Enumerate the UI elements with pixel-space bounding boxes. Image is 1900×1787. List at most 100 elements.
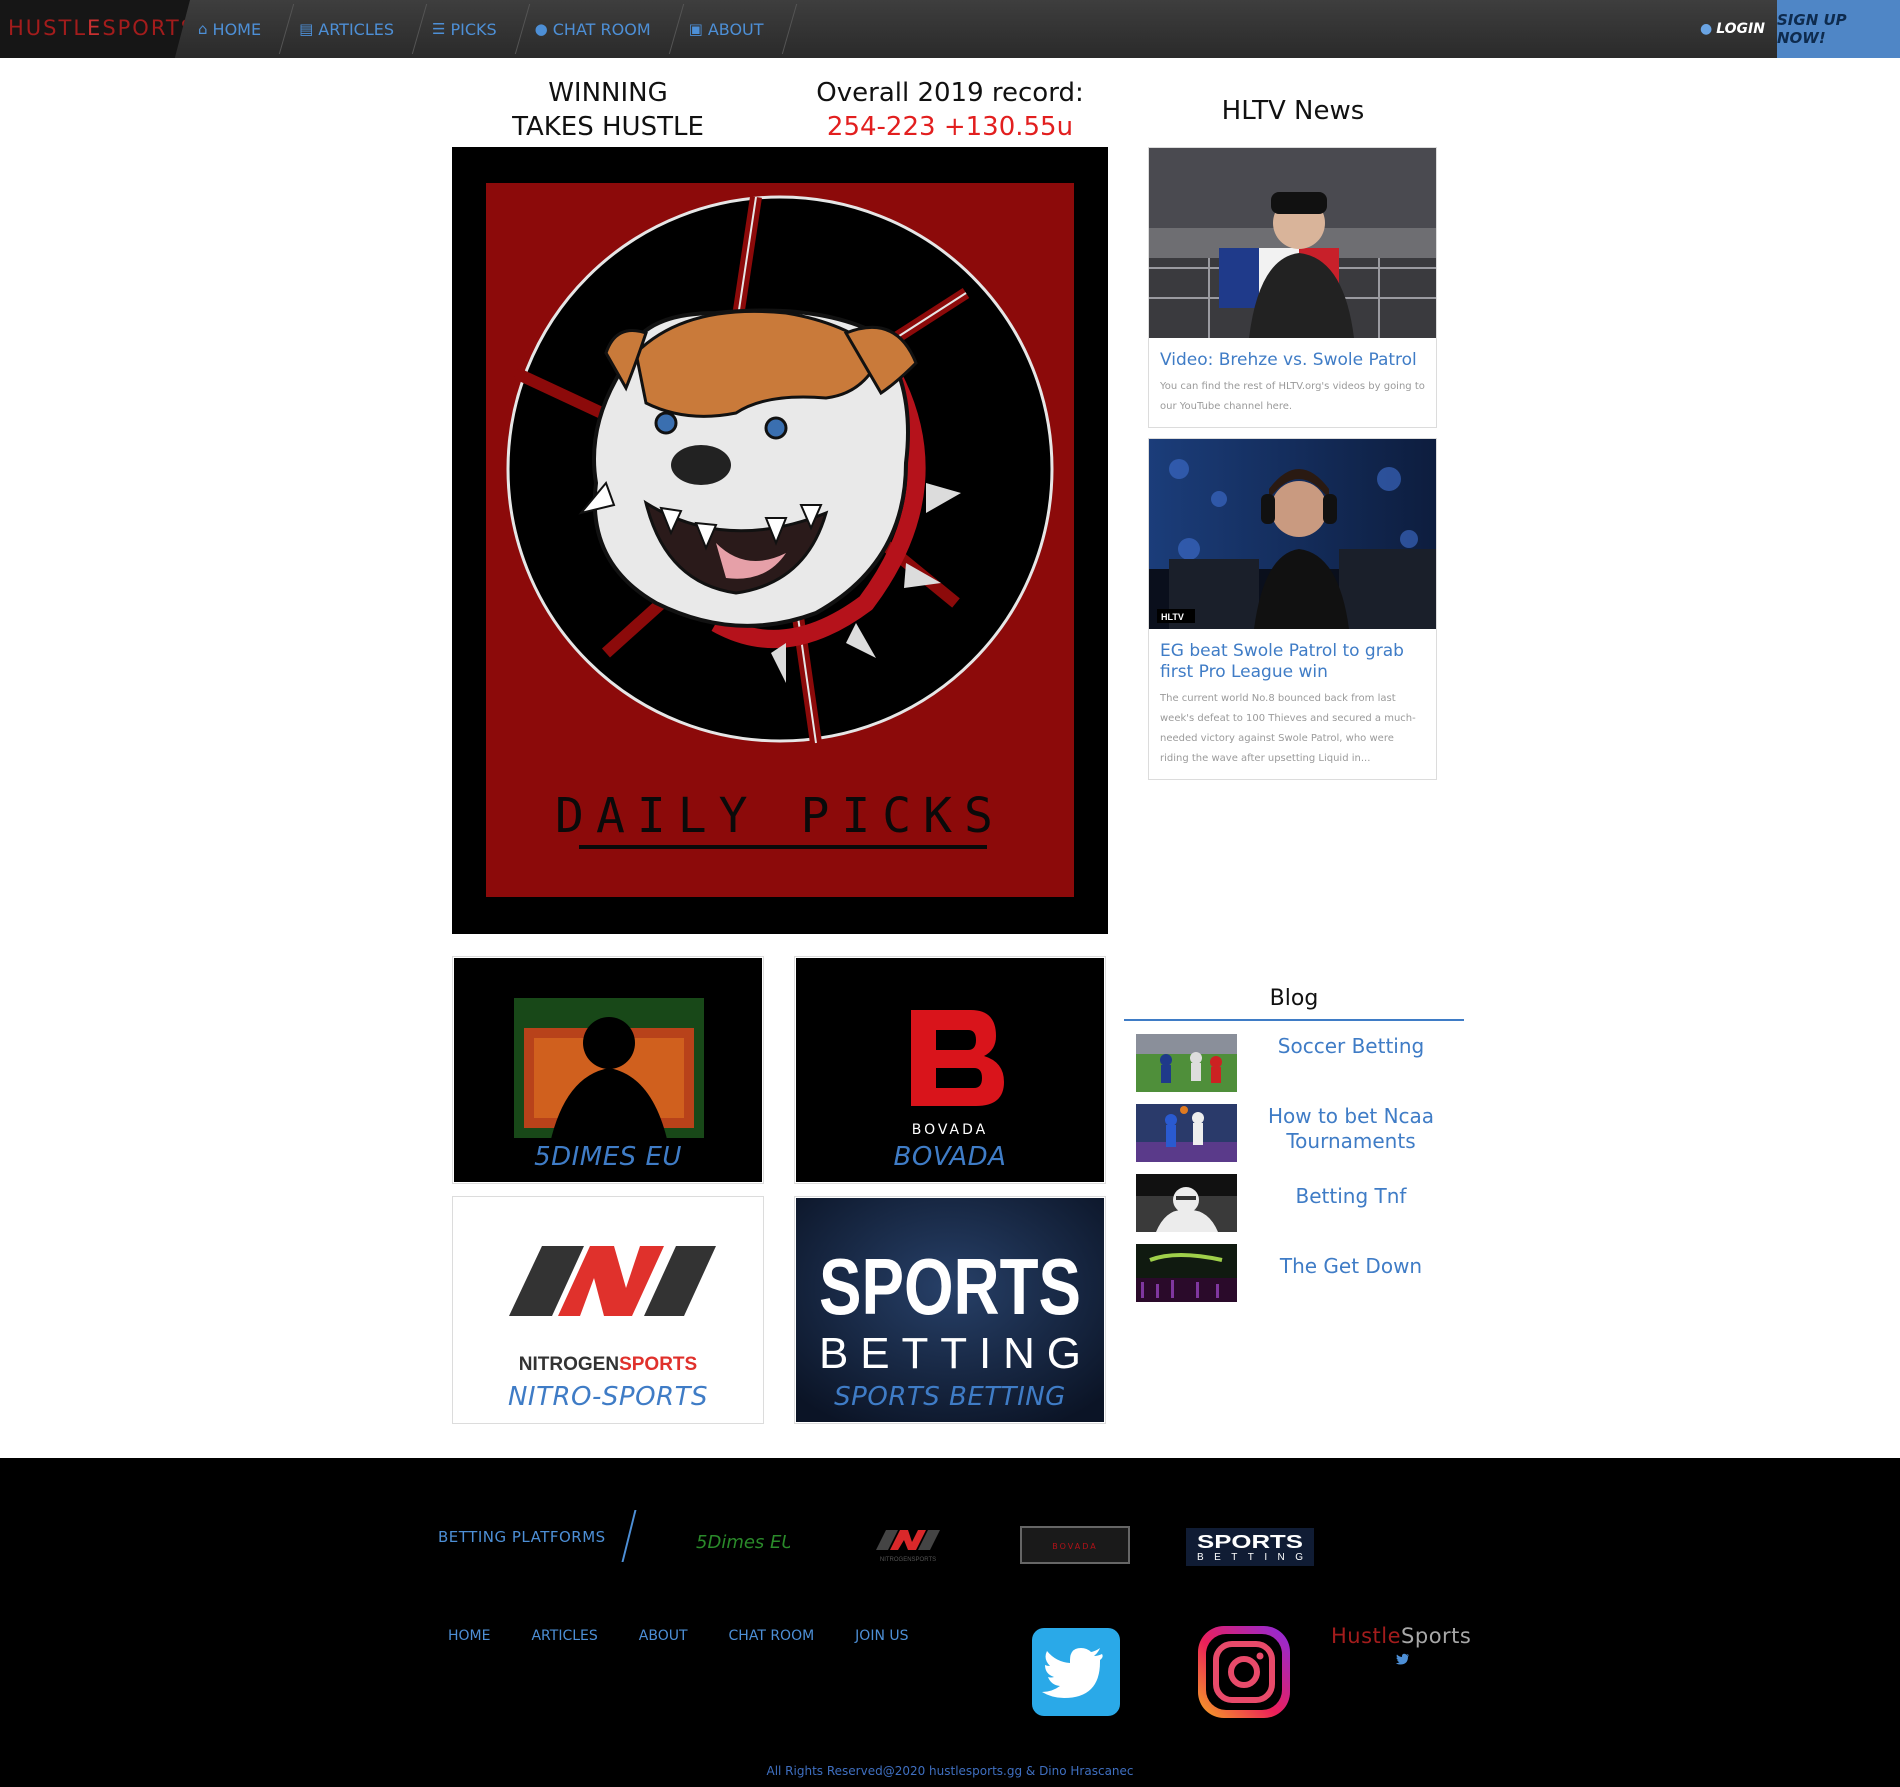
brand-text-part2: E [87,16,103,40]
footer-link-articles[interactable]: ARTICLES [531,1628,597,1644]
user-icon: ● [1700,21,1713,37]
blog-item-label[interactable]: How to bet Ncaa Tournaments [1246,1104,1456,1154]
blog-item[interactable]: How to bet Ncaa Tournaments [1136,1104,1456,1162]
login-link[interactable]: ● LOGIN [1700,0,1765,58]
daily-picks-underline [579,845,987,849]
nav-chat-room[interactable]: ● CHAT ROOM [523,0,677,58]
chat-icon: ● [534,20,548,38]
blog-title: Blog [1269,986,1319,1011]
platforms-divider [621,1510,637,1562]
footer-link-chat-room[interactable]: CHAT ROOM [729,1628,815,1644]
nav-picks[interactable]: ☰ PICKS [420,0,523,58]
sponsor-tile-nitro[interactable]: NITROGENSPORTS NITRO-SPORTS [452,1196,764,1424]
nav-articles-label: ARTICLES [318,19,395,39]
home-icon: ⌂ [198,20,208,38]
sponsor-caption: NITRO-SPORTS [507,1382,708,1412]
footer-brand: HustleSports [1331,1624,1471,1648]
daily-picks-banner[interactable]: DAILY PICKS [452,147,1108,934]
blog-divider [1124,1019,1464,1021]
login-label: LOGIN [1716,21,1765,37]
list-icon: ☰ [432,20,446,38]
signup-button[interactable]: SIGN UP NOW! [1777,0,1900,58]
sports-logo-line1: SPORTS [819,1242,1081,1331]
record-label: Overall 2019 record: [816,78,1084,108]
sponsor-caption: BOVADA [893,1142,1007,1172]
blog-item[interactable]: Betting Tnf [1136,1174,1456,1232]
blog-item-label[interactable]: The Get Down [1246,1254,1456,1279]
brand-text-part1: HUSTL [8,16,88,40]
blog-item-label[interactable]: Soccer Betting [1246,1034,1456,1059]
top-navbar: HUSTLESPORTS ⌂ HOME ▤ ARTICLES ☰ PICKS ●… [0,0,1900,58]
sponsor-tile-bovada[interactable]: BOVADA BOVADA [794,956,1106,1184]
blog-item[interactable]: The Get Down [1136,1244,1456,1302]
bovada-logo-text: BOVADA [912,1122,989,1138]
sponsor-tile-sports-betting[interactable]: SPORTS BETTING SPORTS BETTING [794,1196,1106,1424]
svg-text:NITROGENSPORTS: NITROGENSPORTS [519,1354,697,1375]
footer-platform-nitrogen[interactable]: NITROGENSPORTS [872,1524,944,1566]
small-twitter-icon[interactable] [1394,1653,1410,1667]
nav-picks-label: PICKS [450,19,497,39]
blog-item-label[interactable]: Betting Tnf [1246,1184,1456,1209]
twitter-bird-icon [1042,1648,1103,1698]
nitrogen-logo-text-b: SPORTS [619,1354,697,1375]
betting-platforms-label: BETTING PLATFORMS [438,1528,606,1546]
news-card[interactable]: HLTV EG beat Swole Patrol to grab first … [1148,438,1437,780]
news-photo-player-crowd [1149,148,1436,338]
news-title[interactable]: EG beat Swole Patrol to grab first Pro L… [1149,629,1436,683]
daily-picks-panel: DAILY PICKS [486,183,1074,897]
footer-platform-nitrogen-text: NITROGENSPORTS [880,1557,936,1563]
slogan-line2: TAKES HUSTLE [512,112,704,142]
blog-item[interactable]: Soccer Betting [1136,1034,1456,1092]
twitter-icon[interactable] [1032,1628,1120,1716]
bulldog-emblem [506,195,1054,744]
hltv-news-title: HLTV News [1221,96,1365,126]
season-record: Overall 2019 record: 254-223 +130.55u [800,76,1100,144]
record-value: 254-223 +130.55u [826,112,1074,142]
footer-platform-sports-betting[interactable]: SPORTS BETTING [1186,1528,1314,1566]
file-icon: ▤ [299,20,314,38]
slogan: WINNING TAKES HUSTLE [468,76,748,144]
footer-platform-5dimes-text: 5Dimes EU [696,1532,790,1553]
nav-home[interactable]: ⌂ HOME [186,0,287,58]
blog-thumb-get-down [1136,1244,1237,1302]
instagram-icon[interactable] [1198,1626,1290,1718]
nav-articles[interactable]: ▤ ARTICLES [287,0,420,58]
footer-platform-bovada-text: BOVADA [1052,1542,1097,1551]
brand-text: HUSTLESPORTS [8,16,197,40]
footer-platform-sports-line1: SPORTS [1197,1532,1303,1552]
news-desc: You can find the rest of HLTV.org's vide… [1160,381,1425,412]
news-desc: The current world No.8 bounced back from… [1160,693,1416,764]
sponsor-tile-5dimes[interactable]: 5DIMES EU [452,956,764,1184]
footer-brand-part1: Hustle [1331,1624,1402,1648]
brand-logo[interactable]: HUSTLESPORTS [0,0,190,58]
nav-about[interactable]: ▣ ABOUT [677,0,790,58]
instagram-camera-icon [1213,1641,1275,1703]
daily-picks-caption: DAILY PICKS [555,788,1005,844]
footer-platform-bovada[interactable]: BOVADA [1020,1526,1130,1564]
sponsor-caption: SPORTS BETTING [834,1382,1066,1412]
blog-thumb-football [1136,1174,1237,1232]
slogan-line1: WINNING [548,78,668,108]
id-card-icon: ▣ [688,20,703,38]
nav-home-label: HOME [212,19,262,39]
footer-link-about[interactable]: ABOUT [639,1628,688,1644]
news-title[interactable]: Video: Brehze vs. Swole Patrol [1149,338,1436,371]
nav-about-label: ABOUT [707,19,764,39]
footer-brand-part2: Sports [1401,1624,1472,1648]
nitrogen-logo-text-a: NITROGEN [519,1354,619,1375]
blog-thumb-basketball [1136,1104,1237,1162]
nav-links: ⌂ HOME ▤ ARTICLES ☰ PICKS ● CHAT ROOM ▣ … [186,0,790,58]
footer-link-home[interactable]: HOME [448,1628,490,1644]
footer-links: HOME ARTICLES ABOUT CHAT ROOM JOIN US [448,1628,950,1644]
site-footer: BETTING PLATFORMS 5Dimes EU NITROGENSPOR… [0,1458,1900,1787]
footer-link-join-us[interactable]: JOIN US [855,1628,908,1644]
footer-platform-5dimes[interactable]: 5Dimes EU [694,1530,790,1554]
svg-text:HLTV: HLTV [1161,612,1184,622]
news-photo-player-headset: HLTV [1149,439,1436,629]
copyright: All Rights Reserved@2020 hustlesports.gg… [766,1764,1134,1778]
brand-text-part3: SPORTS [102,16,197,40]
blog-thumb-soccer [1136,1034,1237,1092]
news-card[interactable]: Video: Brehze vs. Swole Patrol You can f… [1148,147,1437,428]
nav-chat-room-label: CHAT ROOM [552,19,651,39]
sponsor-caption: 5DIMES EU [534,1142,682,1172]
